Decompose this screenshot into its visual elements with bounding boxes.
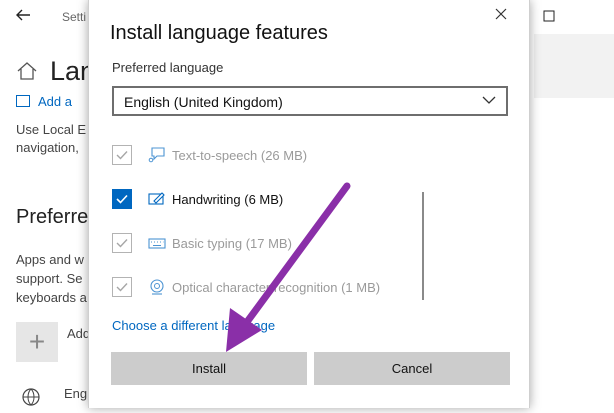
install-language-features-dialog: Install language features Preferred lang… — [88, 0, 530, 408]
section-description-line: Apps and w — [16, 252, 84, 267]
feature-checkbox[interactable] — [112, 189, 132, 209]
feature-label: Text-to-speech (26 MB) — [172, 148, 308, 163]
globe-icon — [20, 386, 42, 408]
section-description-line: keyboards a — [16, 290, 87, 305]
selected-language: English (United Kingdom) — [124, 94, 283, 110]
feature-ocr: Optical character recognition (1 MB) — [112, 275, 412, 301]
speech-icon — [148, 146, 166, 164]
maximize-button[interactable] — [526, 2, 572, 32]
back-arrow-icon[interactable] — [14, 6, 36, 28]
add-language-tile[interactable]: + — [16, 322, 58, 362]
add-language-label: Add a — [38, 94, 72, 109]
feature-basic-typing: Basic typing (17 MB) — [112, 231, 412, 257]
settings-title: Setti — [62, 10, 87, 24]
feature-checkbox — [112, 233, 132, 253]
feature-checkbox — [112, 277, 132, 297]
ocr-icon — [148, 278, 166, 296]
chevron-down-icon — [482, 93, 496, 107]
home-icon[interactable] — [16, 60, 40, 84]
language-item-label: Eng — [64, 386, 88, 401]
feature-checkbox — [112, 145, 132, 165]
add-icon — [16, 95, 30, 107]
handwriting-icon — [148, 190, 166, 208]
feature-label: Handwriting (6 MB) — [172, 192, 284, 207]
close-button[interactable] — [491, 6, 511, 26]
feature-text-to-speech: Text-to-speech (26 MB) — [112, 143, 412, 169]
feature-label: Basic typing (17 MB) — [172, 236, 292, 251]
section-heading: Preferre — [16, 206, 89, 228]
feature-handwriting: Handwriting (6 MB) — [112, 187, 412, 213]
add-language-label: Add — [67, 326, 91, 341]
dialog-title: Install language features — [110, 22, 328, 44]
plus-icon: + — [28, 326, 46, 357]
close-icon — [495, 7, 507, 24]
settings-right-panel — [534, 34, 614, 98]
preferred-language-label: Preferred language — [112, 60, 224, 75]
keyboard-icon — [148, 234, 166, 252]
maximize-icon — [543, 9, 555, 25]
feature-list-scrollbar[interactable] — [422, 192, 424, 300]
description-line: Use Local E — [16, 122, 87, 137]
section-description-line: support. Se — [16, 271, 83, 286]
choose-different-language-link[interactable]: Choose a different language — [112, 318, 275, 333]
install-button[interactable]: Install — [111, 352, 307, 385]
cancel-button[interactable]: Cancel — [314, 352, 510, 385]
add-language-link[interactable]: Add a — [16, 94, 72, 109]
description-line: navigation, — [16, 140, 79, 155]
feature-label: Optical character recognition (1 MB) — [172, 280, 381, 295]
preferred-language-dropdown[interactable]: English (United Kingdom) — [112, 86, 508, 116]
